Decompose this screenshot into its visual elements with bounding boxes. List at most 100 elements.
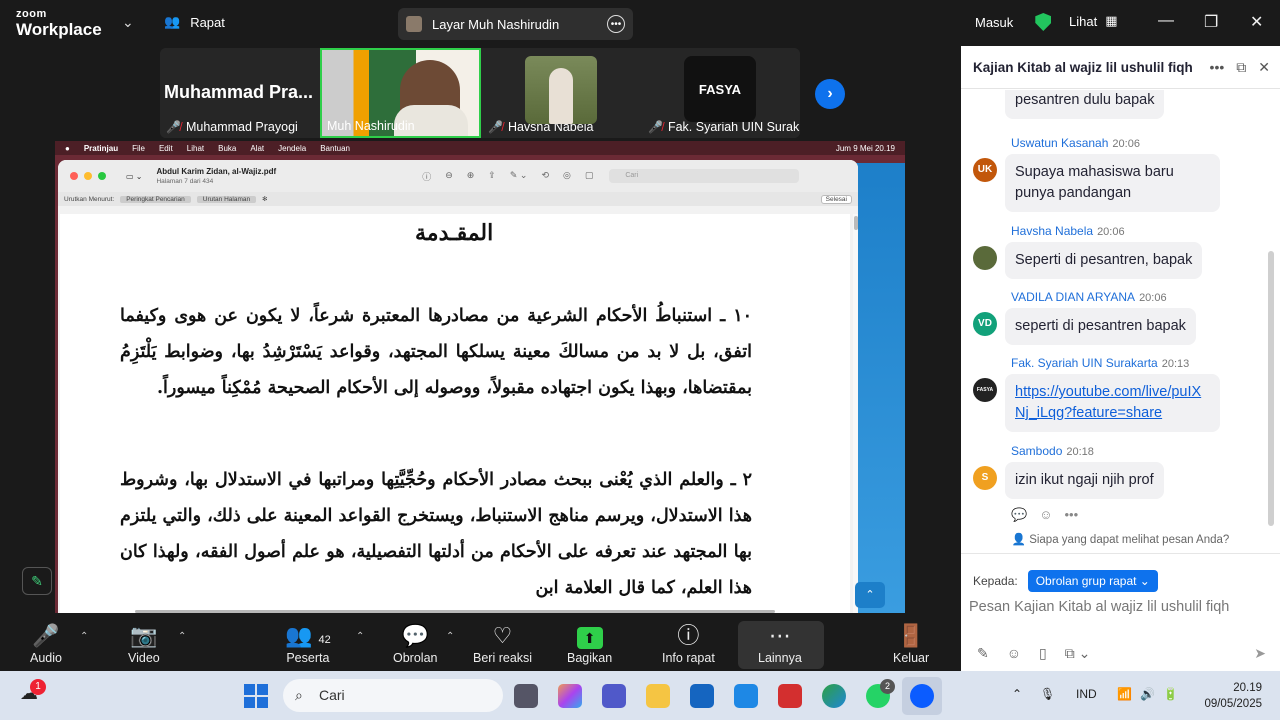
chevron-up-icon[interactable]: ⌃ [446, 631, 454, 642]
next-page-button[interactable]: › [815, 79, 845, 109]
share-button[interactable]: ⬆ Bagikan [567, 621, 612, 665]
more-options-icon[interactable]: ••• [1064, 507, 1078, 523]
audio-button[interactable]: 🎤 Audio [30, 621, 62, 665]
paragraph-2: ٢ ـ والعلم الذي يُعْنى ببحث مصادر الأحكا… [120, 470, 752, 598]
restore-icon[interactable]: ❐ [1204, 12, 1218, 32]
share-icon: ⇪ [488, 169, 496, 180]
chevron-down-icon[interactable]: ⌄ [122, 14, 134, 31]
more-options-icon[interactable]: ••• [1210, 59, 1225, 76]
minimize-icon[interactable]: — [1158, 12, 1174, 30]
avatar [973, 246, 997, 270]
meeting-info-button[interactable]: ⓘ Info rapat [662, 621, 715, 665]
chat-header: Kajian Kitab al wajiz lil ushulil fiqh •… [961, 46, 1280, 89]
clock[interactable]: 20.19 09/05/2025 [1198, 680, 1262, 712]
taskbar-search[interactable]: ⌕ Cari [283, 679, 503, 712]
mac-menu-bar: ● Pratinjau File Edit Lihat Buka Alat Je… [55, 141, 905, 155]
pdf-page: المقـدمة ١٠ ـ استنباطُ الأحكام الشرعية م… [60, 214, 850, 613]
participants-button[interactable]: 👥 42 Peserta [285, 621, 331, 665]
people-lock-icon: 👤 [1011, 534, 1026, 546]
mic-muted-icon: 🎤̸ [648, 120, 663, 134]
teams-icon[interactable] [602, 684, 626, 708]
paragraph-1: ١٠ ـ استنباطُ الأحكام الشرعية من مصادرها… [120, 306, 752, 398]
emoji-icon[interactable]: ☺ [1039, 507, 1052, 523]
close-icon[interactable]: ✕ [1258, 59, 1270, 76]
file-icon[interactable]: ▯ [1039, 645, 1047, 662]
chevron-up-icon[interactable]: ⌃ [80, 631, 88, 642]
chat-input[interactable]: Pesan Kajian Kitab al wajiz lil ushulil … [969, 599, 1229, 615]
edge-icon[interactable] [822, 684, 846, 708]
filezilla-icon[interactable] [778, 684, 802, 708]
youtube-link[interactable]: https://youtube.com/live/puIXNj_iLqg?fea… [1015, 384, 1201, 421]
more-options-icon[interactable]: ••• [607, 15, 625, 33]
message-list: pesantren dulu bapak UK Uswatun Kasanah 2… [961, 90, 1271, 530]
chat-button[interactable]: 💬 Obrolan [393, 621, 437, 665]
info-icon: ⓘ [422, 171, 432, 182]
battery-icon[interactable]: 🔋 [1163, 687, 1178, 701]
close-icon[interactable]: ✕ [1250, 12, 1263, 32]
more-button[interactable]: ⋯ Lainnya [758, 621, 802, 665]
preview-tools: ⓘ ⊖ ⊕ ⇪ ✎ ⌄ ⟲ ◎ ▢ [422, 170, 593, 183]
reactions-button[interactable]: ♡ Beri reaksi [473, 621, 532, 665]
signin-button[interactable]: Masuk [975, 13, 1052, 31]
task-view-icon[interactable] [514, 684, 538, 708]
zoom-in-icon: ⊕ [466, 169, 475, 180]
chat-scrollbar[interactable] [1268, 251, 1274, 526]
zoom-out-icon: ⊖ [445, 169, 453, 180]
annotate-icon: ◎ [562, 169, 571, 180]
active-speaker-video[interactable]: Muh Nashirudin [320, 48, 481, 138]
avatar: UK [973, 158, 997, 182]
chevron-up-icon[interactable]: ⌃ [1012, 687, 1022, 701]
grid-icon: ▦ [1105, 13, 1118, 28]
document-title: Abdul Karim Zidan, al-Wajiz.pdf Halaman … [156, 167, 277, 185]
recipient-row: Kepada: Obrolan grup rapat ⌄ [973, 570, 1158, 592]
windows-taskbar: ☁ 1 ⌕ Cari 2 ⌃ 🎙 IND 📶 🔊 🔋 20.19 09/05/2… [0, 671, 1280, 720]
avatar: VD [973, 312, 997, 336]
mic-icon[interactable]: 🎙 [1040, 687, 1055, 701]
participant-tile[interactable]: Muhammad Pra... 🎤̸ Muhammad Prayogi [160, 48, 318, 138]
whatsapp-badge: 2 [880, 679, 895, 694]
meeting-menu[interactable]: 👥 Rapat [164, 14, 225, 30]
info-icon: ⓘ [677, 623, 700, 648]
format-icon[interactable]: ✎ [977, 645, 989, 662]
popout-icon[interactable]: ⧉ [1236, 59, 1246, 76]
participant-photo [525, 56, 597, 124]
notification-badge: 1 [30, 679, 46, 695]
app-icon[interactable] [690, 684, 714, 708]
send-icon[interactable]: ➤ [1254, 645, 1266, 662]
zoom-taskbar-icon[interactable] [910, 684, 934, 708]
scroll-up-icon[interactable]: ⌃ [855, 582, 885, 608]
heart-icon: ♡ [492, 623, 513, 648]
video-button[interactable]: 📷 Video [128, 621, 160, 665]
avatar [406, 16, 422, 32]
preview-window: ▭ ⌄ Abdul Karim Zidan, al-Wajiz.pdf Hala… [58, 160, 858, 613]
mic-muted-icon: 🎤̸ [166, 120, 181, 134]
chat-icon: 💬 [401, 623, 429, 648]
shared-screen: ● Pratinjau File Edit Lihat Buka Alat Je… [55, 141, 905, 613]
fasya-logo: FASYA [684, 56, 756, 122]
screenshot-icon[interactable]: ⧉ ⌄ [1065, 645, 1091, 662]
emoji-icon[interactable]: ☺ [1007, 645, 1021, 662]
zoom-dot [98, 172, 106, 180]
leave-button[interactable]: 🚪 Keluar [893, 621, 929, 665]
screen-share-indicator[interactable]: Layar Muh Nashirudin ••• [398, 8, 633, 40]
chat-panel: Kajian Kitab al wajiz lil ushulil fiqh •… [961, 46, 1280, 671]
chevron-up-icon[interactable]: ⌃ [178, 631, 186, 642]
reply-icon[interactable]: 💬 [1011, 507, 1027, 523]
avatar: FASYA [973, 378, 997, 402]
people-icon: 👥 [164, 14, 181, 29]
volume-icon[interactable]: 🔊 [1140, 687, 1155, 701]
avatar: S [973, 466, 997, 490]
chevron-up-icon[interactable]: ⌃ [356, 631, 364, 642]
file-explorer-icon[interactable] [646, 684, 670, 708]
mail-icon[interactable] [734, 684, 758, 708]
recipient-dropdown[interactable]: Obrolan grup rapat ⌄ [1027, 570, 1158, 592]
windows-start-icon[interactable] [244, 684, 268, 708]
zoom-logo: zoom Workplace [16, 8, 102, 39]
wifi-icon[interactable]: 📶 [1117, 687, 1132, 701]
rotate-icon: ⟲ [541, 169, 549, 180]
view-button[interactable]: Lihat ▦ [1069, 13, 1118, 29]
copilot-icon[interactable] [558, 684, 582, 708]
visibility-info[interactable]: 👤 Siapa yang dapat melihat pesan Anda? [961, 532, 1280, 554]
annotate-pen-button[interactable]: ✎ [22, 567, 52, 595]
desktop-background [855, 163, 905, 613]
